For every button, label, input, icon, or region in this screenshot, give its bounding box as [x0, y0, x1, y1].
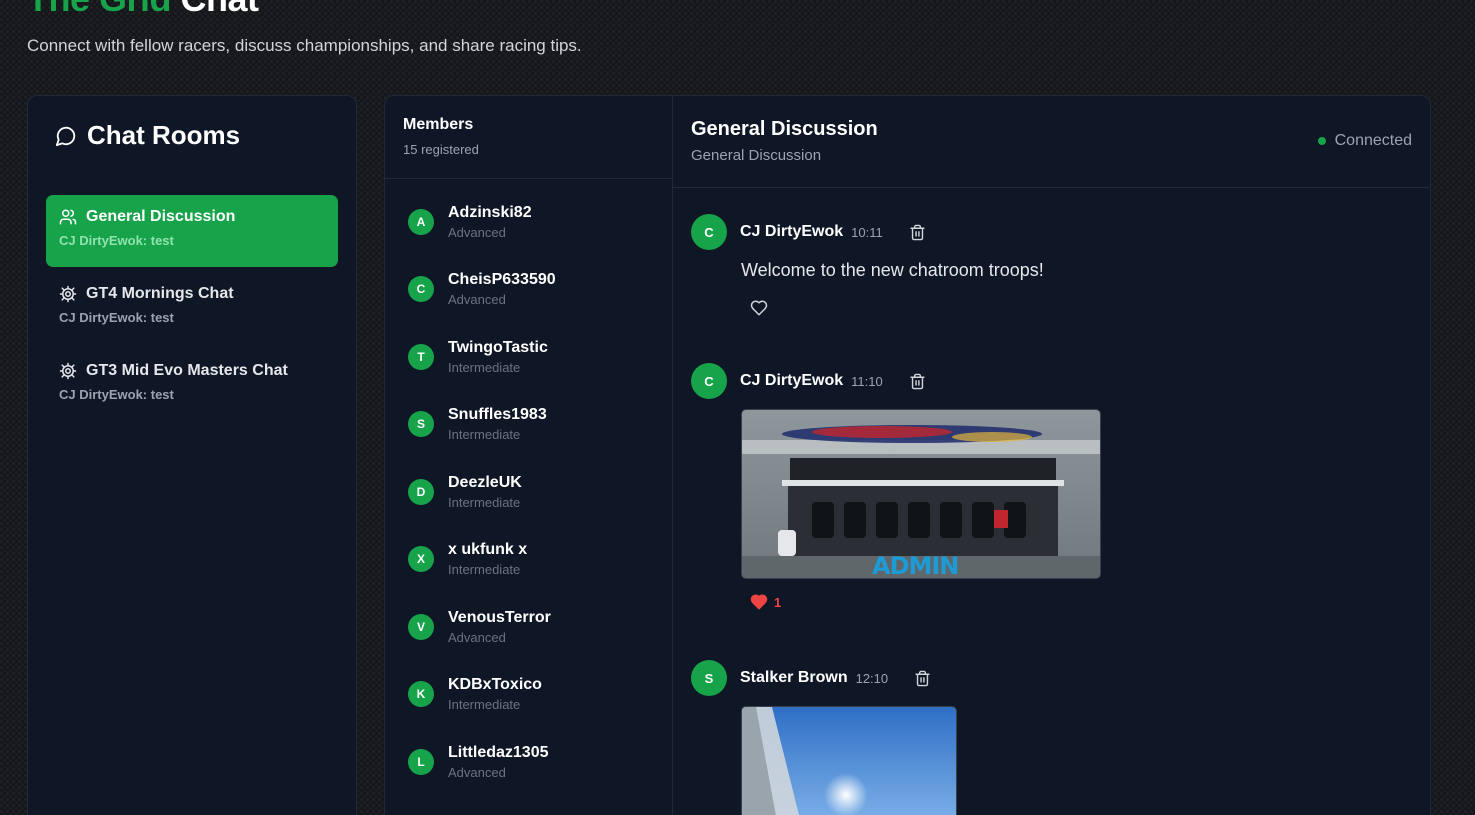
- message-time: 12:10: [855, 670, 889, 686]
- member-level: Intermediate: [448, 427, 521, 442]
- avatar: C: [691, 363, 727, 399]
- member-name: VenousTerror: [448, 609, 551, 626]
- users-icon: [59, 208, 77, 226]
- room-last-message: CJ DirtyEwok: test: [59, 233, 174, 248]
- member-name: TwingoTastic: [448, 339, 548, 356]
- message-image-sky[interactable]: [741, 706, 957, 815]
- page-title-rest: Chat: [181, 0, 260, 19]
- member-item[interactable]: D DeezleUK Intermediate: [408, 474, 522, 510]
- avatar: S: [691, 660, 727, 696]
- like-button[interactable]: [750, 299, 1044, 317]
- avatar: C: [691, 214, 727, 250]
- chat-bubble-icon: [55, 125, 77, 147]
- avatar: S: [408, 411, 434, 437]
- status-label: Connected: [1334, 132, 1412, 149]
- like-count: 1: [774, 594, 782, 610]
- trash-icon[interactable]: [909, 224, 926, 241]
- member-level: Advanced: [448, 765, 506, 780]
- member-name: KDBxToxico: [448, 676, 542, 693]
- member-item[interactable]: K KDBxToxico Intermediate: [408, 676, 542, 712]
- like-button[interactable]: 1: [750, 593, 1101, 611]
- chat-rooms-panel: Chat Rooms General Discussion CJ DirtyEw…: [27, 95, 357, 815]
- avatar: A: [408, 209, 434, 235]
- gear-icon: [59, 362, 77, 380]
- page-subtitle: Connect with fellow racers, discuss cham…: [27, 36, 582, 55]
- trash-icon[interactable]: [909, 373, 926, 390]
- member-level: Intermediate: [448, 495, 521, 510]
- room-name: General Discussion: [86, 208, 236, 225]
- avatar: D: [408, 479, 434, 505]
- room-general-discussion[interactable]: General Discussion CJ DirtyEwok: test: [46, 195, 338, 267]
- room-name: GT3 Mid Evo Masters Chat: [86, 362, 288, 379]
- chat-rooms-title: Chat Rooms: [55, 120, 240, 151]
- member-name: CheisP633590: [448, 271, 556, 288]
- member-level: Advanced: [448, 225, 506, 240]
- status-dot: [1317, 137, 1326, 145]
- conversation-header: General Discussion General Discussion Co…: [673, 96, 1430, 188]
- avatar: X: [408, 546, 434, 572]
- member-item[interactable]: X x ukfunk x Intermediate: [408, 541, 527, 577]
- room-last-message: CJ DirtyEwok: test: [59, 387, 174, 402]
- member-item[interactable]: S Snuffles1983 Intermediate: [408, 406, 547, 442]
- message-image-pitwall[interactable]: ADMIN: [741, 409, 1101, 579]
- conversation-title: General Discussion: [691, 118, 878, 140]
- member-item[interactable]: A Adzinski82 Advanced: [408, 204, 532, 240]
- chat-rooms-label: Chat Rooms: [87, 120, 241, 150]
- chat-panel: Members 15 registered A Adzinski82 Advan…: [384, 95, 1431, 815]
- member-level: Intermediate: [448, 360, 521, 375]
- message-author: CJ DirtyEwok: [740, 372, 844, 389]
- member-name: Adzinski82: [448, 204, 532, 221]
- page-title: The Grid Chat: [27, 0, 259, 20]
- message: S Stalker Brown 12:10: [691, 660, 957, 815]
- member-level: Intermediate: [448, 697, 521, 712]
- member-item[interactable]: L Littledaz1305 Advanced: [408, 744, 548, 780]
- room-name: GT4 Mornings Chat: [86, 285, 234, 302]
- message: C CJ DirtyEwok 10:11 Welcome to the new …: [691, 214, 1044, 317]
- image-text: ADMIN: [872, 552, 958, 579]
- message-time: 10:11: [851, 224, 883, 240]
- room-gt3-mid-evo-masters-chat[interactable]: GT3 Mid Evo Masters Chat CJ DirtyEwok: t…: [46, 349, 338, 421]
- member-name: Littledaz1305: [448, 744, 549, 761]
- members-header: Members 15 registered: [385, 96, 672, 179]
- heart-outline-icon: [750, 299, 768, 317]
- message-author: CJ DirtyEwok: [740, 223, 844, 240]
- message-author: Stalker Brown: [740, 669, 848, 686]
- message-time: 11:10: [851, 373, 883, 389]
- members-count: 15 registered: [403, 142, 479, 157]
- member-name: DeezleUK: [448, 474, 522, 491]
- member-level: Advanced: [448, 630, 506, 645]
- member-level: Intermediate: [448, 562, 521, 577]
- avatar: T: [408, 344, 434, 370]
- conversation-subtitle: General Discussion: [691, 147, 822, 164]
- members-title: Members: [403, 116, 474, 133]
- message: C CJ DirtyEwok 11:10 ADMIN 1: [691, 363, 1101, 611]
- member-item[interactable]: V VenousTerror Advanced: [408, 609, 551, 645]
- connection-status: Connected: [1317, 132, 1412, 150]
- trash-icon[interactable]: [914, 670, 931, 687]
- avatar: V: [408, 614, 434, 640]
- page-title-accent: The Grid: [27, 0, 172, 19]
- members-sidebar: Members 15 registered A Adzinski82 Advan…: [385, 96, 673, 815]
- avatar: K: [408, 681, 434, 707]
- avatar: C: [408, 276, 434, 302]
- member-level: Advanced: [448, 292, 506, 307]
- avatar: L: [408, 749, 434, 775]
- member-name: Snuffles1983: [448, 406, 547, 423]
- heart-filled-icon: [750, 593, 768, 611]
- member-item[interactable]: T TwingoTastic Intermediate: [408, 339, 548, 375]
- message-text: Welcome to the new chatroom troops!: [741, 260, 1044, 280]
- gear-icon: [59, 285, 77, 303]
- room-last-message: CJ DirtyEwok: test: [59, 310, 174, 325]
- conversation: General Discussion General Discussion Co…: [673, 96, 1430, 815]
- member-item[interactable]: C CheisP633590 Advanced: [408, 271, 556, 307]
- room-gt4-mornings-chat[interactable]: GT4 Mornings Chat CJ DirtyEwok: test: [46, 272, 338, 344]
- member-name: x ukfunk x: [448, 541, 528, 558]
